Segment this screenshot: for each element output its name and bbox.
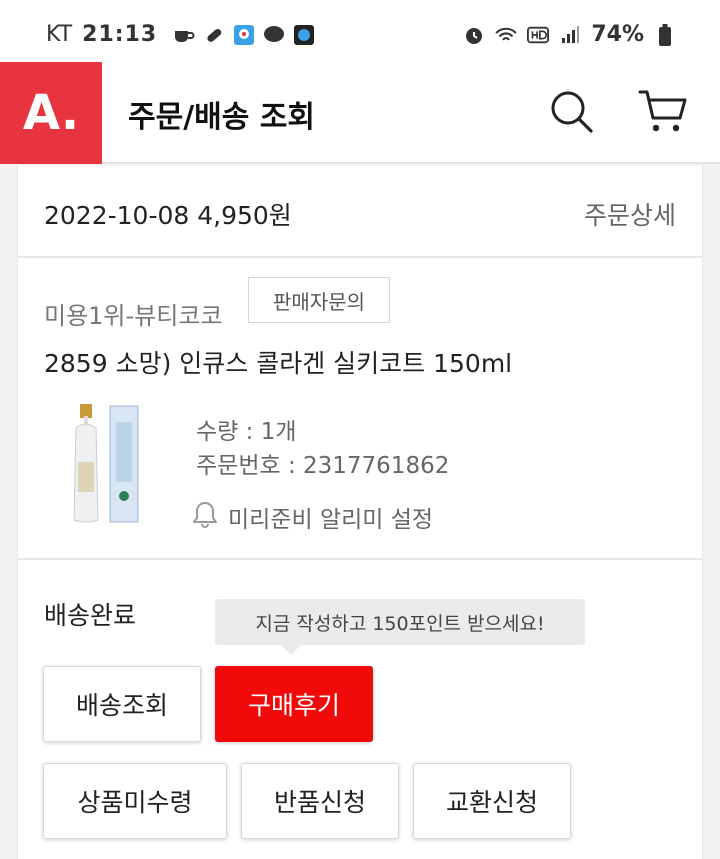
battery-level: 74% <box>591 22 644 47</box>
signal-icon <box>559 24 581 46</box>
quantity-label: 수량 : 1개 <box>196 419 297 445</box>
notification-icons <box>173 24 315 46</box>
return-request-button[interactable]: 반품신청 <box>241 763 399 839</box>
chat-bubble-icon <box>263 24 285 46</box>
hd-voice-icon <box>527 24 550 46</box>
section-divider <box>18 558 702 560</box>
order-card: 2022-10-08 4,950원 주문상세 미용1위-뷰티코코 판매자문의 2… <box>17 166 703 859</box>
status-right: 74% <box>463 22 676 47</box>
search-button[interactable] <box>546 88 596 138</box>
bell-icon <box>192 500 218 534</box>
status-left: KT 21:13 <box>46 22 315 47</box>
alarm-label: 미리준비 알리미 설정 <box>228 507 434 533</box>
cart-icon <box>638 88 688 138</box>
write-review-button[interactable]: 구매후기 <box>215 666 373 742</box>
coffee-icon <box>173 24 195 46</box>
location-app-icon <box>233 24 255 46</box>
order-header: 2022-10-08 4,950원 주문상세 <box>18 166 702 258</box>
product-thumbnail[interactable] <box>66 402 144 526</box>
order-date-price: 2022-10-08 4,950원 <box>44 201 292 230</box>
seller-name[interactable]: 미용1위-뷰티코코 <box>44 296 223 331</box>
status-bar: KT 21:13 74% <box>0 0 720 62</box>
review-points-tooltip: 지금 작성하고 150포인트 받으세요! <box>215 599 585 655</box>
cart-button[interactable] <box>638 88 688 138</box>
alarm-clock-icon <box>463 24 485 46</box>
order-detail-link[interactable]: 주문상세 <box>584 196 676 232</box>
app-icon <box>293 24 315 46</box>
battery-icon <box>654 23 676 46</box>
carrier-label: KT <box>46 22 73 47</box>
page-title: 주문/배송 조회 <box>128 100 316 135</box>
clock: 21:13 <box>82 22 158 47</box>
pre-notification-setting[interactable]: 미리준비 알리미 설정 <box>192 500 433 534</box>
order-number: 주문번호 : 2317761862 <box>196 453 450 479</box>
brand-logo[interactable]: A. <box>0 62 102 164</box>
app-header: A. 주문/배송 조회 <box>0 62 720 164</box>
search-icon <box>548 88 594 138</box>
not-received-button[interactable]: 상품미수령 <box>43 763 227 839</box>
exchange-request-button[interactable]: 교환신청 <box>413 763 571 839</box>
track-delivery-button[interactable]: 배송조회 <box>43 666 201 742</box>
wifi-icon <box>495 24 517 46</box>
seller-inquiry-button[interactable]: 판매자문의 <box>248 277 390 323</box>
pill-icon <box>203 24 225 46</box>
delivery-status: 배송완료 <box>44 601 137 630</box>
product-name[interactable]: 2859 소망) 인큐스 콜라겐 실키코트 150ml <box>44 344 512 380</box>
